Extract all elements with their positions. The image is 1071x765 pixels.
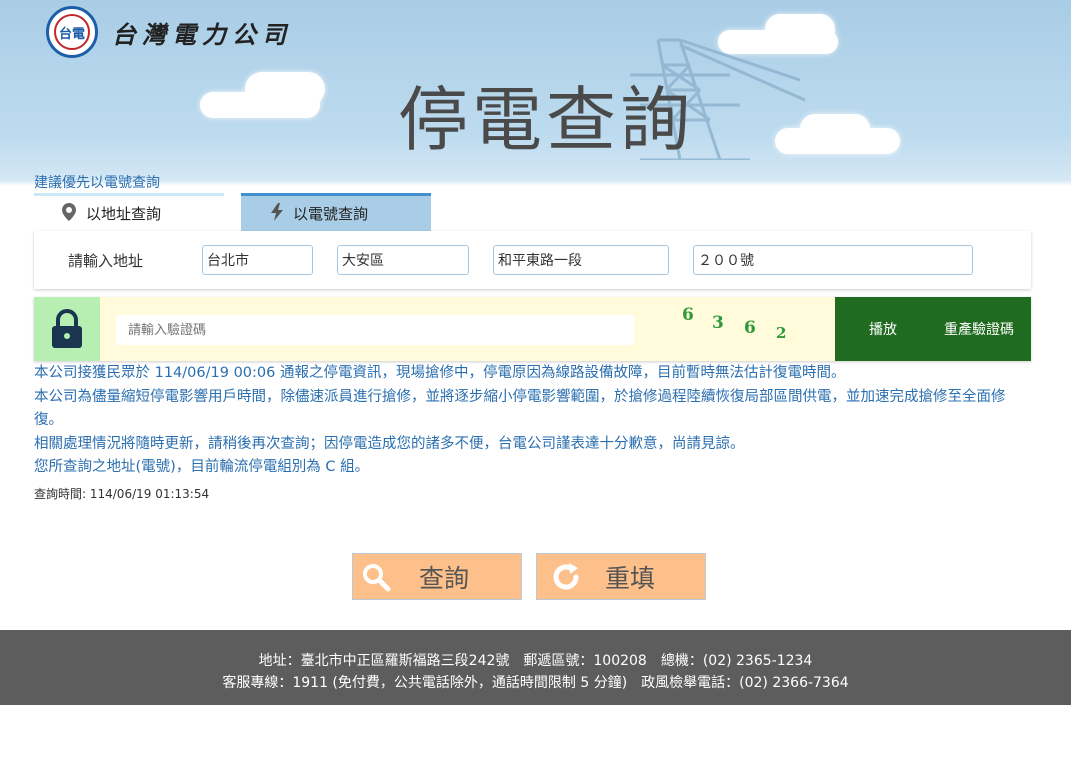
tab-label: 以地址查詢: [86, 205, 162, 223]
message-line: 本公司接獲民眾於 114/06/19 00:06 通報之停電資訊，現場搶修中，停…: [34, 365, 846, 381]
logo-text: 台灣電力公司: [112, 19, 292, 49]
reset-button[interactable]: 重填: [536, 553, 706, 600]
cloud-decoration: [800, 114, 870, 144]
logo-emblem-icon: 台電: [46, 6, 98, 58]
address-label: 請輸入地址: [68, 252, 144, 270]
captcha-char: 6: [744, 318, 756, 338]
tab-account-search[interactable]: 以電號查詢: [241, 193, 431, 231]
refresh-captcha-button[interactable]: 重產驗證碼: [944, 319, 1014, 339]
message-line: 您所查詢之地址(電號)，目前輪流停電組別為 C 組。: [34, 459, 370, 475]
company-logo[interactable]: 台電 台灣電力公司: [46, 6, 292, 58]
captcha-input[interactable]: [116, 315, 634, 345]
address-form: 請輸入地址: [34, 231, 1031, 289]
search-button-label: 查詢: [419, 563, 470, 593]
footer-contact: 客服專線：1911 (免付費，公共電話除外，通話時間限制 5 分鐘) 政風檢舉電…: [222, 675, 849, 691]
refresh-icon: [549, 560, 583, 594]
search-button[interactable]: 查詢: [352, 553, 522, 600]
message-line: 相關處理情況將隨時更新，請稍後再次查詢；因停電造成您的諸多不便，台電公司謹表達十…: [34, 435, 745, 452]
message-line: 本公司為儘量縮短停電影響用戶時間，除儘速派員進行搶修，並將逐步縮小停電影響範圍，…: [34, 388, 1006, 429]
site-footer: 地址：臺北市中正區羅斯福路三段242號 郵遞區號：100208 總機：(02) …: [0, 630, 1071, 705]
captcha-char: 6: [682, 305, 694, 325]
query-time: 查詢時間: 114/06/19 01:13:54: [34, 487, 210, 501]
captcha-char: 3: [712, 313, 724, 333]
reset-button-label: 重填: [605, 563, 656, 593]
tab-label: 以電號查詢: [293, 205, 369, 223]
outage-messages: 本公司接獲民眾於 114/06/19 00:06 通報之停電資訊，現場搶修中，停…: [34, 362, 1034, 480]
map-pin-icon: [62, 202, 76, 225]
page-title: 停電查詢: [398, 79, 694, 161]
play-audio-button[interactable]: 播放: [869, 319, 897, 339]
house-number-input[interactable]: [693, 245, 973, 275]
captcha-bar: 6 3 6 2 播放 重產驗證碼: [34, 297, 1031, 361]
tab-address-search[interactable]: 以地址查詢: [34, 193, 224, 231]
cloud-decoration: [245, 72, 325, 106]
city-select[interactable]: [202, 245, 313, 275]
footer-address: 地址：臺北市中正區羅斯福路三段242號 郵遞區號：100208 總機：(02) …: [258, 653, 813, 669]
captcha-image: 6 3 6 2: [674, 303, 824, 353]
search-icon: [361, 562, 391, 592]
lock-icon: [34, 297, 100, 361]
lightning-icon: [271, 202, 283, 225]
captcha-char: 2: [776, 324, 787, 342]
road-input[interactable]: [493, 245, 669, 275]
hint-text: 建議優先以電號查詢: [34, 175, 160, 191]
district-select[interactable]: [337, 245, 469, 275]
logo-emblem-text: 台電: [54, 14, 90, 50]
captcha-actions: 播放 重產驗證碼: [835, 297, 1031, 361]
